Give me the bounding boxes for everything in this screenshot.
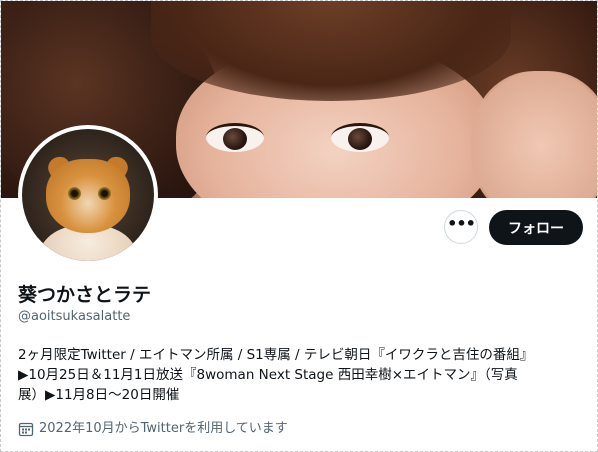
bio-line: ▶︎10月25日＆11月1日放送『8woman Next Stage 西田幸樹×… — [18, 367, 518, 383]
join-date-text: 2022年10月からTwitterを利用しています — [39, 421, 288, 436]
avatar-image — [22, 129, 154, 261]
bio-line: 2ヶ月限定Twitter / エイトマン所属 / S1専属 / テレビ朝日『イワ… — [18, 347, 534, 363]
avatar-cat-eye-left — [68, 187, 81, 200]
calendar-icon — [18, 422, 34, 437]
more-horizontal-icon: ••• — [447, 214, 476, 233]
bio-line: 展）▶︎11月8日〜20日開催 — [18, 387, 180, 403]
follow-button[interactable]: フォロー — [489, 210, 583, 245]
display-name: 葵つかさとラテ — [18, 284, 152, 306]
profile-bio: 2ヶ月限定Twitter / エイトマン所属 / S1専属 / テレビ朝日『イワ… — [18, 345, 583, 405]
more-options-button[interactable]: ••• — [444, 210, 478, 244]
avatar[interactable] — [18, 125, 158, 265]
banner-eye-left — [206, 123, 264, 152]
avatar-cat-head — [46, 159, 130, 233]
avatar-cat-eye-right — [98, 187, 111, 200]
banner-eye-right — [331, 123, 389, 152]
banner-hand — [471, 71, 597, 198]
profile-card: ••• フォロー 葵つかさとラテ @aoitsukasalatte 2ヶ月限定T… — [0, 0, 598, 452]
user-handle: @aoitsukasalatte — [18, 309, 131, 324]
join-date: 2022年10月からTwitterを利用しています — [18, 419, 288, 439]
